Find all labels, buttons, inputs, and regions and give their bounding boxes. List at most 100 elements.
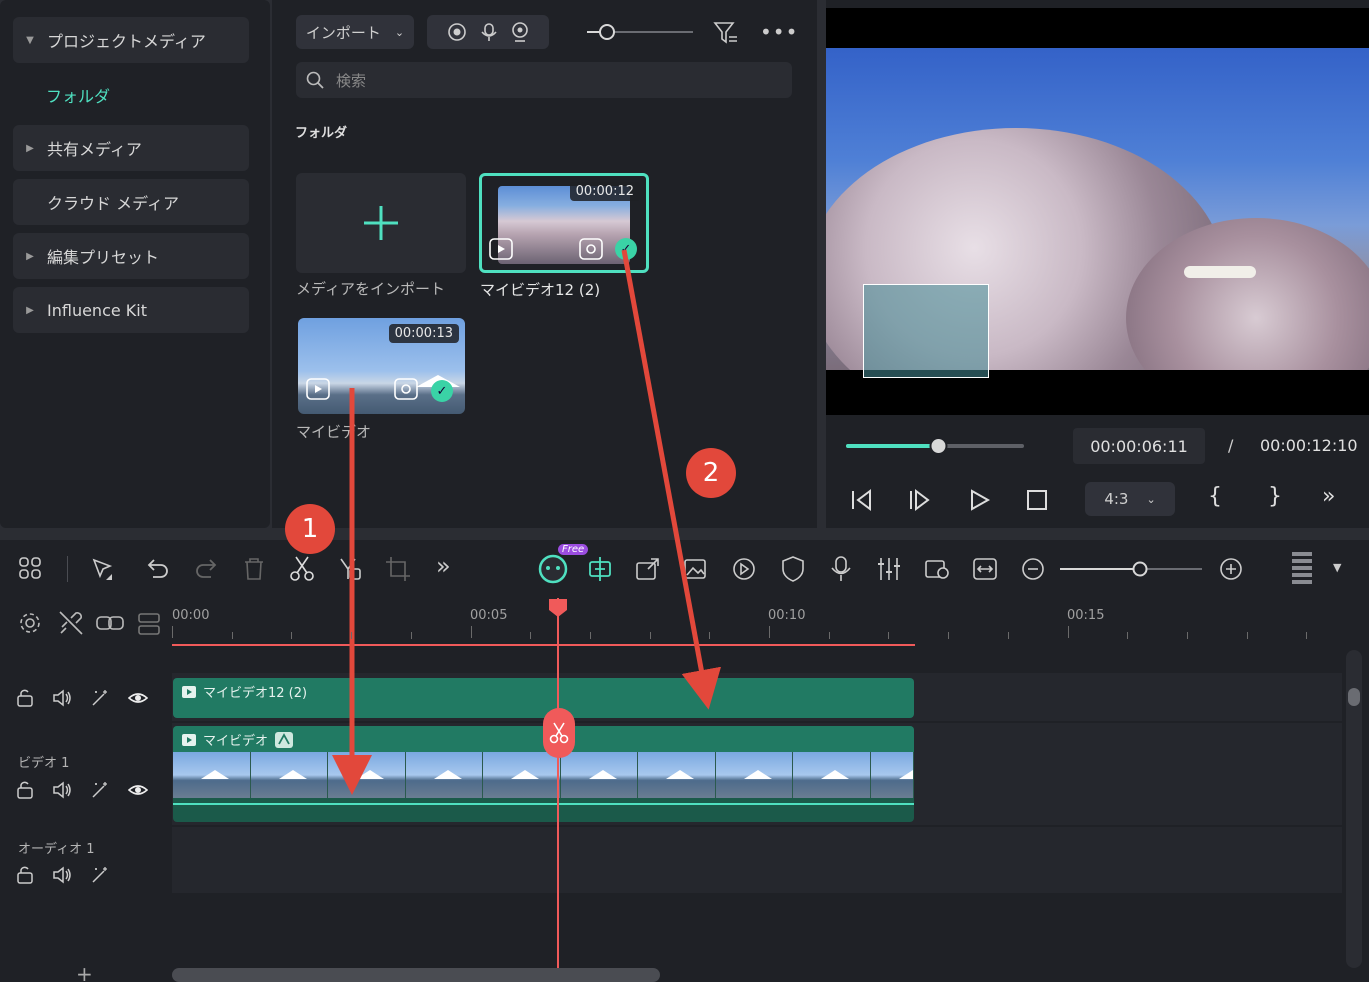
import-dropdown-button[interactable]: インポート ⌄ xyxy=(296,15,414,49)
delete-icon[interactable] xyxy=(242,556,266,582)
filmstrip-frame xyxy=(250,752,328,798)
track-group-icon[interactable] xyxy=(137,612,163,636)
unlink-icon[interactable] xyxy=(58,610,84,636)
picture-in-picture-overlay[interactable] xyxy=(863,284,989,378)
horizontal-scrollbar[interactable] xyxy=(172,968,660,982)
lock-icon[interactable] xyxy=(16,865,34,885)
eye-icon[interactable] xyxy=(128,780,148,800)
timeline-clip[interactable]: マイビデオ12 (2) xyxy=(173,678,914,718)
speed-icon[interactable] xyxy=(730,555,758,583)
duration-badge: 00:00:12 xyxy=(569,182,640,201)
timeline-zoom-slider[interactable] xyxy=(1058,558,1206,580)
media-item-thumbnail[interactable]: 00:00:12 ✓ xyxy=(479,173,649,273)
caret-right-icon: ▶ xyxy=(26,250,34,262)
magic-wand-icon[interactable] xyxy=(90,865,110,885)
add-track-icon[interactable]: + xyxy=(76,962,93,982)
sidebar-item-influence-kit[interactable]: ▶ Influence Kit xyxy=(13,287,249,333)
vertical-scrollbar[interactable] xyxy=(1346,650,1362,968)
shield-icon[interactable] xyxy=(780,555,806,583)
sidebar-item-shared-media[interactable]: ▶ 共有メディア xyxy=(13,125,249,171)
sidebar-item-project-media[interactable]: ▼ プロジェクトメディア xyxy=(13,17,249,63)
media-item-thumbnail[interactable]: 00:00:13 ✓ xyxy=(298,318,465,414)
lock-icon[interactable] xyxy=(16,688,34,708)
stop-icon[interactable] xyxy=(1025,488,1049,512)
scissors-icon[interactable] xyxy=(288,555,316,583)
sidebar-item-label: プロジェクトメディア xyxy=(47,32,206,51)
track-height-icon[interactable] xyxy=(1290,550,1314,586)
filter-icon[interactable] xyxy=(713,20,739,46)
mark-in-button[interactable]: { xyxy=(1208,484,1222,509)
sidebar-item-folder[interactable]: フォルダ xyxy=(46,83,110,107)
audio-track-1-row[interactable] xyxy=(172,827,1342,893)
magic-wand-icon[interactable] xyxy=(90,780,110,800)
import-media-tile[interactable] xyxy=(296,173,466,273)
playback-progress-slider[interactable] xyxy=(846,434,1026,458)
filmstrip-frame xyxy=(173,752,251,798)
added-check-icon: ✓ xyxy=(615,238,637,260)
audio-visual-icon[interactable] xyxy=(923,555,951,583)
microphone-icon[interactable] xyxy=(481,22,497,42)
audio-mixer-icon[interactable] xyxy=(875,555,903,583)
mountain-snow xyxy=(511,770,539,779)
undo-icon[interactable] xyxy=(144,556,172,582)
magic-wand-icon[interactable] xyxy=(90,688,110,708)
layout-grid-icon[interactable] xyxy=(18,556,44,582)
link-icon[interactable] xyxy=(95,612,125,634)
sidebar-item-label: クラウド メディア xyxy=(47,194,179,213)
split-at-playhead-button[interactable] xyxy=(543,708,575,758)
crop-icon[interactable] xyxy=(385,556,411,582)
sidebar-item-edit-presets[interactable]: ▶ 編集プリセット xyxy=(13,233,249,279)
mark-out-button[interactable]: } xyxy=(1268,484,1282,509)
auto-frame-icon[interactable] xyxy=(586,555,614,583)
speaker-icon[interactable] xyxy=(52,780,72,800)
thumbnail-size-slider[interactable] xyxy=(585,22,697,42)
speaker-icon[interactable] xyxy=(52,865,72,885)
ruler-label: 00:05 xyxy=(470,608,508,623)
more-options-icon[interactable]: ••• xyxy=(760,20,798,44)
caret-down-icon[interactable]: ▼ xyxy=(1333,561,1341,574)
previous-frame-icon[interactable] xyxy=(848,488,874,512)
select-tool-icon[interactable] xyxy=(90,556,118,584)
ruler-tick xyxy=(828,632,830,639)
more-controls-icon[interactable]: » xyxy=(1322,484,1335,509)
zoom-out-icon[interactable] xyxy=(1020,556,1046,582)
sidebar-item-cloud-media[interactable]: クラウド メディア xyxy=(13,179,249,225)
next-frame-icon[interactable] xyxy=(907,488,933,512)
clip-name: マイビデオ xyxy=(203,734,269,749)
mountain-snow xyxy=(898,770,914,779)
zoom-in-icon[interactable] xyxy=(1218,556,1244,582)
settings-gear-icon[interactable] xyxy=(17,610,43,636)
scroll-thumb[interactable] xyxy=(1348,688,1360,706)
export-clip-icon[interactable] xyxy=(634,555,662,583)
screen-record-icon[interactable] xyxy=(447,22,467,42)
chevron-down-icon: ⌄ xyxy=(1146,492,1156,506)
lock-icon[interactable] xyxy=(16,780,34,800)
track-label: オーディオ 1 xyxy=(18,842,95,857)
ai-assistant-icon[interactable] xyxy=(537,553,569,585)
ruler-label: 00:10 xyxy=(768,608,806,623)
import-label: インポート xyxy=(305,23,381,42)
fit-timeline-icon[interactable] xyxy=(971,555,999,583)
playhead-line xyxy=(557,598,559,968)
ai-cut-icon[interactable] xyxy=(336,555,364,583)
playhead-handle[interactable] xyxy=(548,598,568,618)
search-field[interactable]: 検索 xyxy=(296,62,792,98)
redo-icon[interactable] xyxy=(192,556,220,582)
current-time-display[interactable]: 00:00:06:11 xyxy=(1073,428,1205,464)
video-type-icon xyxy=(489,238,513,260)
ruler-tick xyxy=(769,626,770,638)
play-icon[interactable] xyxy=(967,488,993,512)
image-edit-icon[interactable] xyxy=(682,555,710,583)
eye-icon[interactable] xyxy=(128,688,148,708)
voiceover-mic-icon[interactable] xyxy=(828,555,854,583)
video-clip-icon xyxy=(182,733,196,746)
filmstrip-frame xyxy=(793,752,871,798)
media-item-name: マイビデオ xyxy=(296,423,372,441)
track-2-controls xyxy=(16,688,148,708)
ruler-tick xyxy=(1067,626,1069,638)
more-tools-icon[interactable]: » xyxy=(436,552,451,580)
aspect-ratio-dropdown[interactable]: 4:3 ⌄ xyxy=(1085,482,1175,516)
webcam-icon[interactable] xyxy=(511,22,529,42)
filmstrip-frame xyxy=(405,752,483,798)
speaker-icon[interactable] xyxy=(52,688,72,708)
